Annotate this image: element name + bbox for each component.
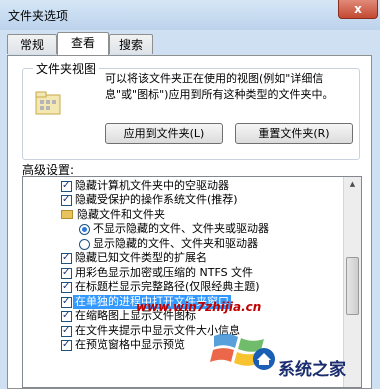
tab-general[interactable]: 常规 xyxy=(7,34,57,54)
window-title: 文件夹选项 xyxy=(8,9,69,23)
checkbox[interactable] xyxy=(61,309,72,323)
checkbox[interactable] xyxy=(61,324,72,338)
checkbox[interactable] xyxy=(61,179,72,193)
brand-watermark: 系统之家 xyxy=(278,360,346,380)
folder-views-group: 文件夹视图 可以将该文件夹正在使用的视图(例如"详细信息"或"图标")应用到所有… xyxy=(22,60,360,160)
site-watermark: www.win7zhijia.cn xyxy=(136,300,262,314)
checkbox[interactable] xyxy=(61,295,72,309)
reset-folders-button[interactable]: 重置文件夹(R) xyxy=(235,123,353,144)
close-button[interactable]: x xyxy=(338,0,378,19)
checkbox[interactable] xyxy=(61,280,72,294)
folder-view-icon xyxy=(35,91,61,115)
checkbox[interactable] xyxy=(61,193,72,207)
title-bar: 文件夹选项 x xyxy=(0,0,380,30)
tab-search[interactable]: 搜索 xyxy=(109,34,153,54)
folder-views-label: 文件夹视图 xyxy=(33,60,100,77)
view-tab-panel: 文件夹视图 可以将该文件夹正在使用的视图(例如"详细信息"或"图标")应用到所有… xyxy=(7,55,372,389)
radio-button[interactable] xyxy=(79,239,90,250)
tab-view[interactable]: 查看 xyxy=(57,32,109,55)
folder-icon xyxy=(61,210,73,219)
checkbox[interactable] xyxy=(61,251,72,265)
radio-button[interactable] xyxy=(79,224,90,235)
house-icon xyxy=(253,348,275,370)
checkbox[interactable] xyxy=(61,266,72,280)
checkbox[interactable] xyxy=(61,338,72,352)
scroll-thumb[interactable] xyxy=(346,257,359,315)
scroll-up-icon[interactable]: ▲ xyxy=(344,177,361,191)
folder-views-description: 可以将该文件夹正在使用的视图(例如"详细信息"或"图标")应用到所有这种类型的文… xyxy=(105,72,334,101)
apply-to-folders-button[interactable]: 应用到文件夹(L) xyxy=(105,123,223,144)
